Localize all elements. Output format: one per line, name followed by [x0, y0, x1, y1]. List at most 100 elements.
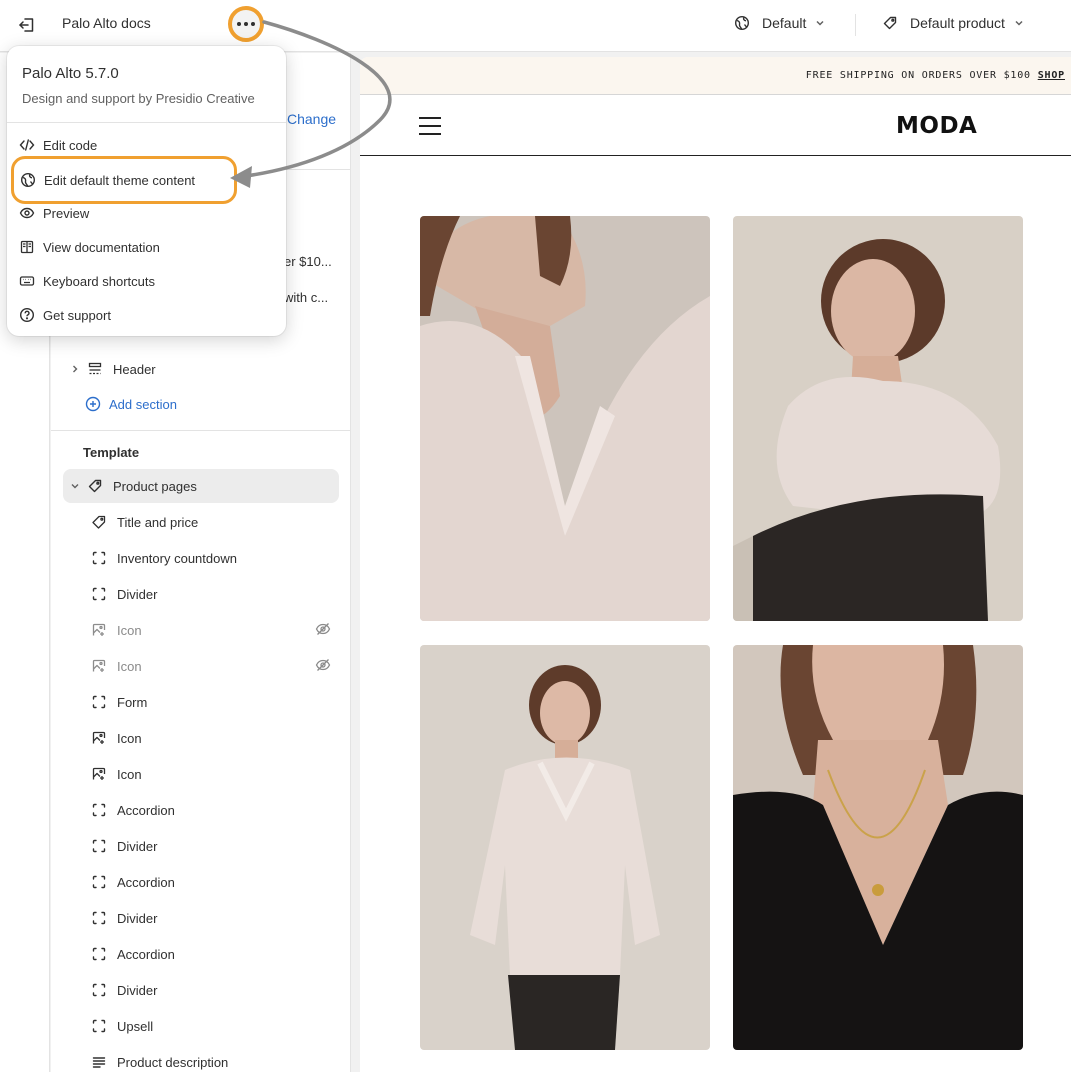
sidebar-block-label: Divider	[117, 910, 158, 926]
hidden-eye-icon[interactable]	[315, 657, 331, 676]
theme-selector[interactable]: Default	[734, 15, 826, 31]
sidebar-block-icon[interactable]: Icon	[63, 613, 339, 647]
block-icon	[89, 908, 109, 928]
sidebar-item-header[interactable]: Header	[63, 352, 339, 386]
store-preview: FREE SHIPPING ON ORDERS OVER $100 SHOP M…	[360, 57, 1071, 1072]
sidebar-block-label: Form	[117, 694, 148, 710]
menu-item-view-documentation[interactable]: View documentation	[19, 232, 274, 262]
menu-item-get-support[interactable]: Get support	[19, 300, 274, 330]
sidebar-block-upsell[interactable]: Upsell	[63, 1009, 339, 1043]
image-icon	[89, 728, 109, 748]
chevron-down-icon	[816, 20, 824, 26]
hidden-eye-icon[interactable]	[315, 621, 331, 640]
topbar-divider	[855, 14, 856, 36]
header-layout-icon	[85, 359, 105, 379]
theme-selector-label: Default	[762, 15, 807, 31]
sidebar-block-label: Icon	[117, 766, 142, 782]
sidebar-item-label: Header	[113, 361, 156, 377]
sidebar-block-label: Divider	[117, 982, 158, 998]
change-theme-link[interactable]: Change	[287, 111, 336, 127]
add-section-label: Add section	[109, 396, 177, 412]
image-icon	[89, 656, 109, 676]
menu-item-label: Keyboard shortcuts	[43, 273, 156, 289]
announcement-text: FREE SHIPPING ON ORDERS OVER $100 SHOP	[806, 70, 1065, 81]
sidebar-block-accordion[interactable]: Accordion	[63, 937, 339, 971]
sidebar-block-label: Icon	[117, 730, 142, 746]
code-icon	[19, 137, 35, 153]
sidebar-block-label: Accordion	[117, 874, 175, 890]
menu-item-preview[interactable]: Preview	[19, 198, 274, 228]
product-selector[interactable]: Default product	[882, 15, 1025, 31]
add-section-button[interactable]: Add section	[85, 396, 177, 412]
block-icon	[89, 800, 109, 820]
more-actions-button[interactable]	[228, 6, 264, 42]
sidebar-block-label: Icon	[117, 658, 142, 674]
sidebar-item-label: Product pages	[113, 478, 197, 494]
store-title: Palo Alto docs	[62, 15, 151, 31]
sidebar-block-form[interactable]: Form	[63, 685, 339, 719]
sidebar-block-label: Title and price	[117, 514, 199, 530]
menu-divider	[7, 122, 286, 123]
block-icon	[89, 1016, 109, 1036]
menu-item-label: Edit default theme content	[44, 172, 196, 188]
menu-item-label: Preview	[43, 205, 90, 221]
theme-actions-menu: Palo Alto 5.7.0 Design and support by Pr…	[7, 46, 286, 336]
chevron-down-icon	[1015, 20, 1023, 26]
menu-hamburger-icon[interactable]	[419, 117, 441, 141]
sidebar-block-divider[interactable]: Divider	[63, 829, 339, 863]
chevron-down-icon	[65, 481, 85, 491]
template-heading: Template	[83, 445, 140, 460]
sidebar-divider	[51, 430, 351, 431]
sidebar-block-divider[interactable]: Divider	[63, 577, 339, 611]
sidebar-block-divider[interactable]: Divider	[63, 901, 339, 935]
ellipsis-icon	[237, 22, 255, 26]
sidebar-block-label: Divider	[117, 838, 158, 854]
sidebar-block-divider[interactable]: Divider	[63, 973, 339, 1007]
menu-item-edit-default-theme-content[interactable]: Edit default theme content	[11, 156, 237, 204]
sidebar-block-inventory-countdown[interactable]: Inventory countdown	[63, 541, 339, 575]
menu-item-label: View documentation	[43, 239, 160, 255]
block-icon	[89, 872, 109, 892]
store-logo[interactable]: MODA	[896, 113, 977, 139]
menu-item-label: Edit code	[43, 137, 98, 153]
announcement-message: FREE SHIPPING ON ORDERS OVER $100	[805, 70, 1031, 81]
announcement-link[interactable]: SHOP	[1038, 70, 1065, 81]
sidebar-block-label: Upsell	[117, 1018, 154, 1034]
sidebar-block-icon[interactable]: Icon	[63, 649, 339, 683]
menu-item-keyboard-shortcuts[interactable]: Keyboard shortcuts	[19, 266, 274, 296]
sidebar-block-label: Icon	[117, 622, 142, 638]
sidebar-block-accordion[interactable]: Accordion	[63, 865, 339, 899]
keyboard-icon	[19, 273, 35, 289]
tag-icon	[85, 476, 105, 496]
globe-icon	[20, 172, 36, 188]
sidebar-block-accordion[interactable]: Accordion	[63, 793, 339, 827]
exit-icon[interactable]	[14, 12, 40, 38]
theme-author: Design and support by Presidio Creative	[22, 91, 255, 106]
sidebar-block-label: Divider	[117, 586, 158, 602]
sidebar-block-icon[interactable]: Icon	[63, 721, 339, 755]
sidebar-block-product-description[interactable]: Product description	[63, 1045, 339, 1072]
sidebar-item-product-pages[interactable]: Product pages	[63, 469, 339, 503]
announcement-block-peek[interactable]: with c...	[284, 290, 328, 305]
product-image[interactable]	[733, 645, 1023, 1050]
sidebar-block-label: Accordion	[117, 946, 175, 962]
sidebar-block-label: Inventory countdown	[117, 550, 237, 566]
product-image[interactable]	[420, 216, 710, 621]
sidebar-block-title-and-price[interactable]: Title and price	[63, 505, 339, 539]
question-icon	[19, 307, 35, 323]
sidebar-block-icon[interactable]: Icon	[63, 757, 339, 791]
eye-icon	[19, 205, 35, 221]
sidebar-block-label: Accordion	[117, 802, 175, 818]
product-selector-label: Default product	[910, 15, 1005, 31]
announcement-bar: FREE SHIPPING ON ORDERS OVER $100 SHOP	[360, 57, 1071, 95]
announcement-block-peek[interactable]: er $10...	[284, 254, 332, 269]
image-icon	[89, 620, 109, 640]
title-icon	[89, 512, 109, 532]
sidebar-block-label: Product description	[117, 1054, 229, 1070]
product-image[interactable]	[733, 216, 1023, 621]
text-icon	[89, 1052, 109, 1072]
product-image[interactable]	[420, 645, 710, 1050]
chevron-right-icon	[65, 364, 85, 374]
tag-icon	[883, 16, 897, 30]
book-icon	[19, 239, 35, 255]
